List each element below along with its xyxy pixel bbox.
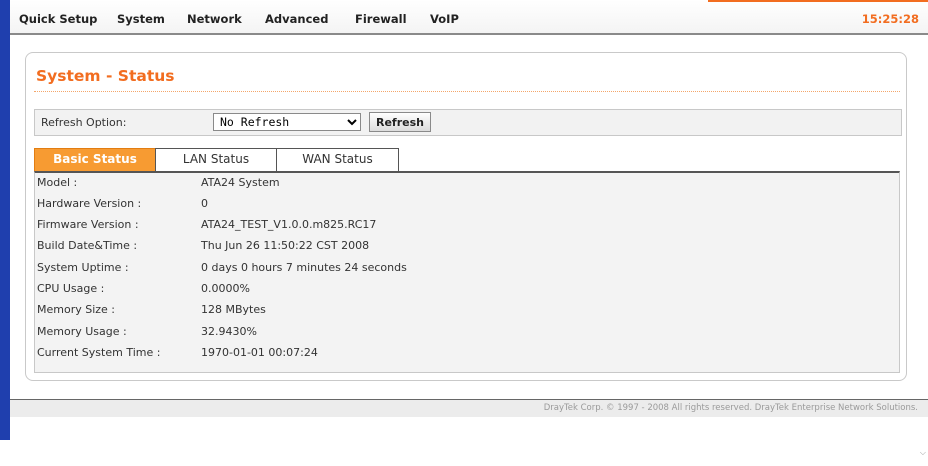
- memory-usage-value: 32.9430%: [201, 325, 257, 338]
- firmware-version-label: Firmware Version :: [37, 218, 139, 231]
- status-row-firmware-version: Firmware Version : ATA24_TEST_V1.0.0.m82…: [35, 215, 899, 235]
- refresh-option-row: Refresh Option: No Refresh Refresh: [34, 109, 902, 136]
- memory-usage-label: Memory Usage :: [37, 325, 127, 338]
- status-panel: System - Status Refresh Option: No Refre…: [25, 52, 907, 381]
- left-accent-bar: [0, 0, 10, 440]
- current-system-time-label: Current System Time :: [37, 346, 161, 359]
- clock: 15:25:28: [861, 12, 919, 26]
- status-row-current-system-time: Current System Time : 1970-01-01 00:07:2…: [35, 343, 899, 363]
- copyright-text: DrayTek Corp. © 1997 - 2008 All rights r…: [543, 403, 918, 413]
- status-row-memory-usage: Memory Usage : 32.9430%: [35, 322, 899, 342]
- cpu-usage-value: 0.0000%: [201, 282, 250, 295]
- menu-voip[interactable]: VoIP: [430, 12, 459, 26]
- hardware-version-value: 0: [201, 197, 208, 210]
- cpu-usage-label: CPU Usage :: [37, 282, 105, 295]
- menu-firewall[interactable]: Firewall: [355, 12, 407, 26]
- memory-size-label: Memory Size :: [37, 303, 116, 316]
- status-row-cpu-usage: CPU Usage : 0.0000%: [35, 279, 899, 299]
- system-uptime-label: System Uptime :: [37, 261, 129, 274]
- menu-system[interactable]: System: [117, 12, 165, 26]
- current-system-time-value: 1970-01-01 00:07:24: [201, 346, 318, 359]
- footer: DrayTek Corp. © 1997 - 2008 All rights r…: [10, 399, 928, 417]
- memory-size-value: 128 MBytes: [201, 303, 266, 316]
- build-datetime-label: Build Date&Time :: [37, 239, 138, 252]
- basic-status-table: Model : ATA24 System Hardware Version : …: [34, 171, 900, 373]
- model-label: Model :: [37, 176, 78, 189]
- system-uptime-value: 0 days 0 hours 7 minutes 24 seconds: [201, 261, 407, 274]
- menu-advanced[interactable]: Advanced: [265, 12, 328, 26]
- model-value: ATA24 System: [201, 176, 280, 189]
- tab-lan-status[interactable]: LAN Status: [155, 148, 277, 171]
- refresh-option-select[interactable]: No Refresh: [213, 113, 361, 131]
- menu-network[interactable]: Network: [187, 12, 242, 26]
- refresh-option-label: Refresh Option:: [41, 116, 127, 129]
- status-row-build-datetime: Build Date&Time : Thu Jun 26 11:50:22 CS…: [35, 236, 899, 256]
- refresh-button[interactable]: Refresh: [369, 112, 431, 132]
- status-row-system-uptime: System Uptime : 0 days 0 hours 7 minutes…: [35, 258, 899, 278]
- hardware-version-label: Hardware Version :: [37, 197, 142, 210]
- status-tabs: Basic Status LAN Status WAN Status: [34, 148, 904, 171]
- status-row-hardware-version: Hardware Version : 0: [35, 194, 899, 214]
- title-divider: [34, 91, 900, 92]
- tab-wan-status[interactable]: WAN Status: [276, 148, 399, 171]
- build-datetime-value: Thu Jun 26 11:50:22 CST 2008: [201, 239, 370, 252]
- status-row-model: Model : ATA24 System: [35, 173, 899, 193]
- status-row-memory-size: Memory Size : 128 MBytes: [35, 300, 899, 320]
- scroll-down-arrow-icon[interactable]: ⌵: [920, 448, 926, 458]
- nav-accent-line: [708, 0, 928, 2]
- page-title: System - Status: [36, 67, 175, 85]
- tab-basic-status[interactable]: Basic Status: [34, 148, 156, 171]
- firmware-version-value: ATA24_TEST_V1.0.0.m825.RC17: [201, 218, 377, 231]
- menu-quick-setup[interactable]: Quick Setup: [19, 12, 97, 26]
- top-navigation: Quick Setup System Network Advanced Fire…: [10, 0, 928, 35]
